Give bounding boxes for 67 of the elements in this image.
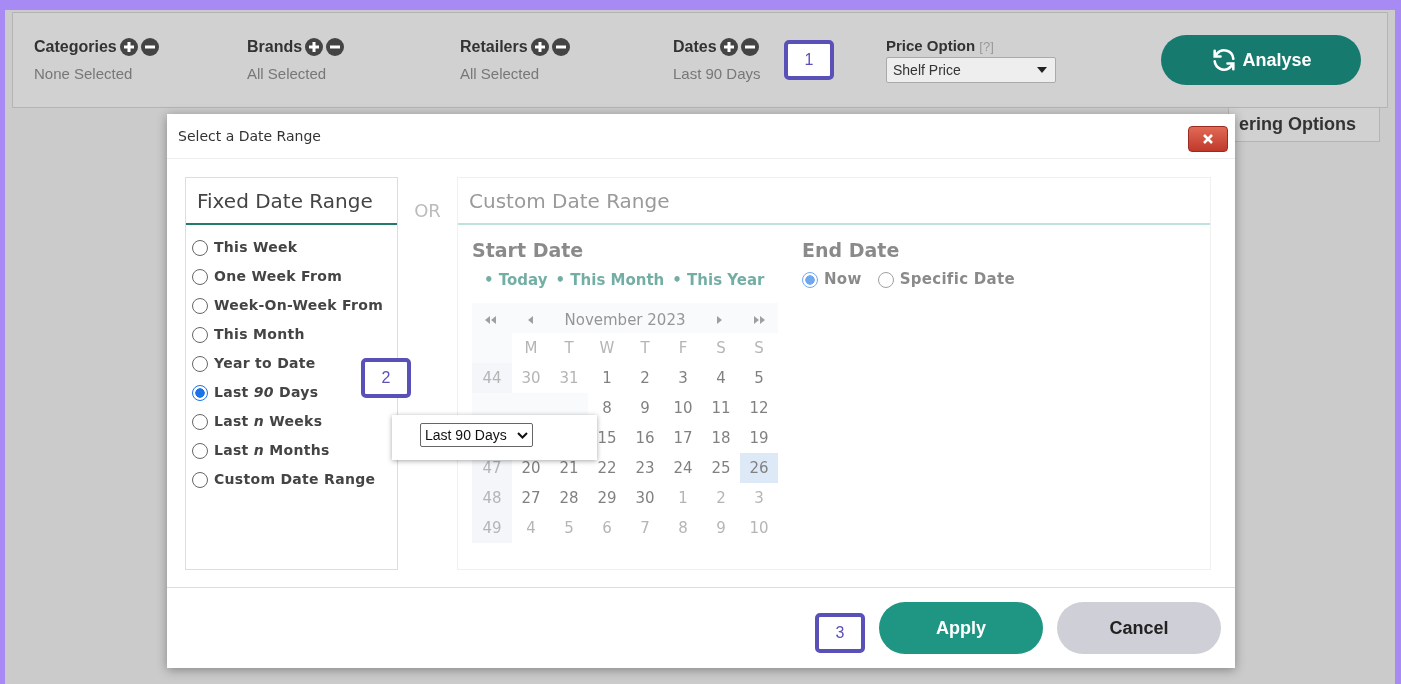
option-label: Year to Date xyxy=(214,354,317,373)
option-label: One Week From xyxy=(214,267,344,286)
or-separator: OR xyxy=(413,200,442,221)
month-title: November 2023 xyxy=(564,311,686,329)
apply-button[interactable]: Apply xyxy=(879,602,1043,654)
weekday-label: F xyxy=(664,333,702,363)
filter-label: Retailers xyxy=(460,38,528,56)
analyse-button[interactable]: Analyse xyxy=(1161,35,1361,85)
radio-button[interactable] xyxy=(192,356,208,372)
cancel-button[interactable]: Cancel xyxy=(1057,602,1221,654)
radio-button[interactable] xyxy=(192,443,208,459)
caret-icon xyxy=(1037,67,1047,73)
week-number: 48 xyxy=(472,483,512,513)
option-label: Last 90 Days xyxy=(214,383,320,402)
fixed-range-heading: Fixed Date Range xyxy=(186,178,397,225)
weekday-label: W xyxy=(588,333,626,363)
minus-icon[interactable] xyxy=(551,38,570,56)
option-label: Now xyxy=(824,269,862,290)
weekday-label: T xyxy=(550,333,588,363)
callout-number: 2 xyxy=(361,358,411,398)
plus-icon[interactable] xyxy=(719,38,738,56)
option-label: Week-On-Week From xyxy=(214,296,385,315)
weekday-label: M xyxy=(512,333,550,363)
radio-button[interactable] xyxy=(192,298,208,314)
minus-icon[interactable] xyxy=(140,38,159,56)
minus-icon[interactable] xyxy=(740,38,759,56)
start-date-heading: Start Date xyxy=(472,239,585,261)
end-date-heading: End Date xyxy=(802,239,901,261)
custom-range-heading: Custom Date Range xyxy=(458,178,1210,225)
dialog-title: Select a Date Range xyxy=(178,128,321,144)
close-button[interactable] xyxy=(1188,126,1228,152)
radio-button[interactable] xyxy=(192,327,208,343)
option-label: Specific Date xyxy=(899,269,1015,290)
filter-label: Categories xyxy=(34,38,117,56)
filtering-options-tab[interactable]: ering Options xyxy=(1228,108,1380,142)
chevron-down-icon xyxy=(516,431,528,439)
radio-button[interactable] xyxy=(192,240,208,256)
filter-label: Brands xyxy=(247,38,303,56)
option-label: Last n Months xyxy=(214,441,331,460)
radio-button[interactable] xyxy=(192,385,208,401)
price-option-label: Price Option [?] xyxy=(886,37,995,54)
callout-number: 3 xyxy=(815,613,865,653)
option-label: Last n Weeks xyxy=(214,412,324,431)
plus-icon[interactable] xyxy=(119,38,138,56)
radio-button[interactable] xyxy=(192,414,208,430)
callout-number: 1 xyxy=(784,40,834,80)
filter-value: All Selected xyxy=(460,65,541,82)
radio-button[interactable] xyxy=(192,269,208,285)
weekday-label: S xyxy=(702,333,740,363)
plus-icon[interactable] xyxy=(305,38,324,56)
filter-value: None Selected xyxy=(34,65,134,82)
week-number: 44 xyxy=(472,363,512,393)
filter-value: All Selected xyxy=(247,65,328,82)
filter-label: Dates xyxy=(673,38,717,56)
minus-icon[interactable] xyxy=(326,38,345,56)
radio-button[interactable] xyxy=(192,472,208,488)
filter-value: Last 90 Days xyxy=(673,65,762,82)
weekday-label: T xyxy=(626,333,664,363)
plus-icon[interactable] xyxy=(530,38,549,56)
close-icon xyxy=(1203,134,1213,144)
price-option-select[interactable]: Shelf Price xyxy=(886,57,1056,83)
range-select[interactable]: Last 90 Days xyxy=(420,423,533,447)
week-number: 49 xyxy=(472,513,512,543)
option-label: This Week xyxy=(214,238,299,257)
option-label: This Month xyxy=(214,325,306,344)
weekday-label: S xyxy=(740,333,778,363)
option-label: Custom Date Range xyxy=(214,470,377,489)
